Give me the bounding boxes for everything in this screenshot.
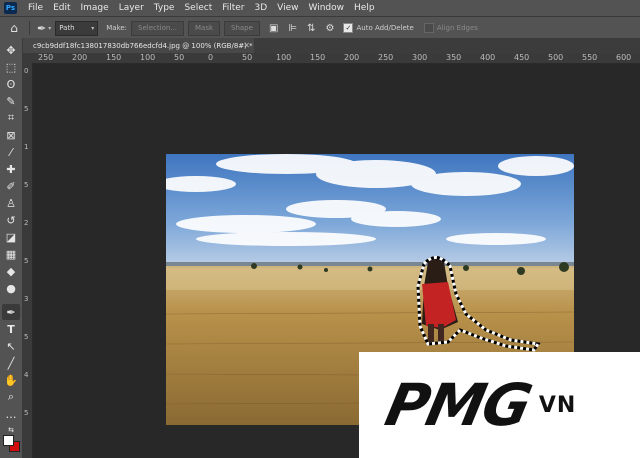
ruler-tick-label: 0 [208,53,214,62]
lasso-tool-icon[interactable]: ʘ [2,76,20,92]
ruler-tick-label: 250 [378,53,394,62]
menu-help[interactable]: Help [349,3,380,13]
menu-file[interactable]: File [23,3,48,13]
auto-add-delete-checkbox[interactable]: ✓ [343,23,354,33]
dodge-tool-icon[interactable]: ● [2,280,20,296]
ruler-tick-label: 250 [38,53,54,62]
document-tab[interactable]: c9cb9ddf18fc138017830db766edcfd4.jpg @ 1… [22,38,254,53]
ruler-tick-label: 500 [548,53,564,62]
ruler-tick-label: 300 [412,53,428,62]
align-edges-checkbox[interactable] [423,23,434,33]
more-tools-icon[interactable]: … [2,406,20,422]
ruler-tick-label: 4 [24,371,29,379]
path-alignment-icon[interactable]: ⊫ [288,23,297,34]
ruler-tick-label: 5 [24,105,29,113]
watermark-brand: PMG [379,371,537,439]
path-arrangement-icon[interactable]: ⇅ [307,23,315,34]
close-icon[interactable]: ✕ [243,41,250,50]
menu-window[interactable]: Window [304,3,350,13]
ruler-tick-label: 5 [24,409,29,417]
pen-tool-icon[interactable]: ✒ [2,304,20,320]
history-brush-tool-icon[interactable]: ↺ [2,212,20,228]
ruler-tick-label: 2 [24,219,29,227]
ruler-tick-label: 350 [446,53,462,62]
gradient-tool-icon[interactable]: ▦ [2,246,20,262]
make-mask-button[interactable]: Mask [187,20,221,36]
ruler-tick-label: 450 [514,53,530,62]
make-shape-button[interactable]: Shape [224,20,260,36]
clone-stamp-tool-icon[interactable]: ♙ [2,195,20,211]
vertical-ruler[interactable]: 0 5 1 5 2 5 3 5 4 5 [22,63,33,458]
options-bar: ⌂ ✒ ▾ Path Make: Selection... Mask Shape… [0,16,640,39]
ruler-tick-label: 5 [24,257,29,265]
document-tab-bar: c9cb9ddf18fc138017830db766edcfd4.jpg @ 1… [22,38,640,53]
ruler-tick-label: 400 [480,53,496,62]
ruler-corner [22,53,32,63]
eraser-tool-icon[interactable]: ◪ [2,229,20,245]
path-operations-icon[interactable]: ▣ [269,23,278,34]
pen-mode-select[interactable]: Path [55,20,99,36]
document-tab-title: c9cb9ddf18fc138017830db766edcfd4.jpg @ 1… [33,41,253,50]
watermark-suffix: VN [538,392,577,418]
healing-brush-tool-icon[interactable]: ✚ [2,161,20,177]
menu-bar: Ps File Edit Image Layer Type Select Fil… [0,0,640,16]
menu-image[interactable]: Image [76,3,114,13]
ruler-tick-label: 3 [24,295,29,303]
gear-icon[interactable]: ⚙ [326,23,335,34]
ruler-tick-label: 550 [582,53,598,62]
zoom-tool-icon[interactable]: ⌕ [2,389,20,405]
blur-tool-icon[interactable]: ◆ [2,263,20,279]
pen-tool-preset-icon[interactable]: ✒ [37,22,46,35]
tools-panel: ✥ ⬚ ʘ ✎ ⌗ ⊠ ⁄ ✚ ✐ ♙ ↺ ◪ ▦ ◆ ● ✒ T ↖ ╱ ✋ … [0,38,23,458]
ruler-tick-label: 200 [72,53,88,62]
hand-tool-icon[interactable]: ✋ [2,372,20,388]
menu-layer[interactable]: Layer [114,3,149,13]
ruler-tick-label: 150 [310,53,326,62]
brush-tool-icon[interactable]: ✐ [2,178,20,194]
ruler-tick-label: 5 [24,333,29,341]
menu-select[interactable]: Select [179,3,217,13]
make-selection-button[interactable]: Selection... [131,20,184,36]
align-edges-label: Align Edges [436,24,478,32]
options-divider [29,21,30,35]
menu-filter[interactable]: Filter [217,3,249,13]
path-selection-tool-icon[interactable]: ↖ [2,338,20,354]
watermark-logo: PMG VN [359,352,640,458]
marquee-tool-icon[interactable]: ⬚ [2,59,20,75]
frame-tool-icon[interactable]: ⊠ [2,127,20,143]
menu-3d[interactable]: 3D [250,3,273,13]
auto-add-delete-label: Auto Add/Delete [356,24,414,32]
menu-type[interactable]: Type [149,3,180,13]
line-tool-icon[interactable]: ╱ [2,355,20,371]
foreground-color-swatch[interactable] [3,435,14,446]
ruler-tick-label: 50 [242,53,253,62]
eyedropper-tool-icon[interactable]: ⁄ [2,144,20,160]
ruler-tick-label: 100 [276,53,292,62]
ruler-tick-label: 100 [140,53,156,62]
horizontal-ruler[interactable]: 250 200 150 100 50 0 50 100 150 200 250 300 350 400 45… [32,53,640,64]
ruler-tick-label: 50 [174,53,185,62]
ruler-tick-label: 600 [616,53,632,62]
ruler-tick-label: 5 [24,181,29,189]
menu-edit[interactable]: Edit [48,3,75,13]
ruler-tick-label: 150 [106,53,122,62]
type-tool-icon[interactable]: T [2,321,20,337]
move-tool-icon[interactable]: ✥ [2,42,20,58]
photoshop-logo: Ps [4,2,17,14]
ruler-tick-label: 1 [24,143,29,151]
home-icon[interactable]: ⌂ [4,19,24,37]
make-label: Make: [106,24,128,32]
ruler-tick-label: 0 [24,67,29,75]
chevron-down-icon[interactable]: ▾ [48,25,51,32]
quick-selection-tool-icon[interactable]: ✎ [2,93,20,109]
menu-view[interactable]: View [272,3,303,13]
crop-tool-icon[interactable]: ⌗ [2,110,20,126]
ruler-tick-label: 200 [344,53,360,62]
